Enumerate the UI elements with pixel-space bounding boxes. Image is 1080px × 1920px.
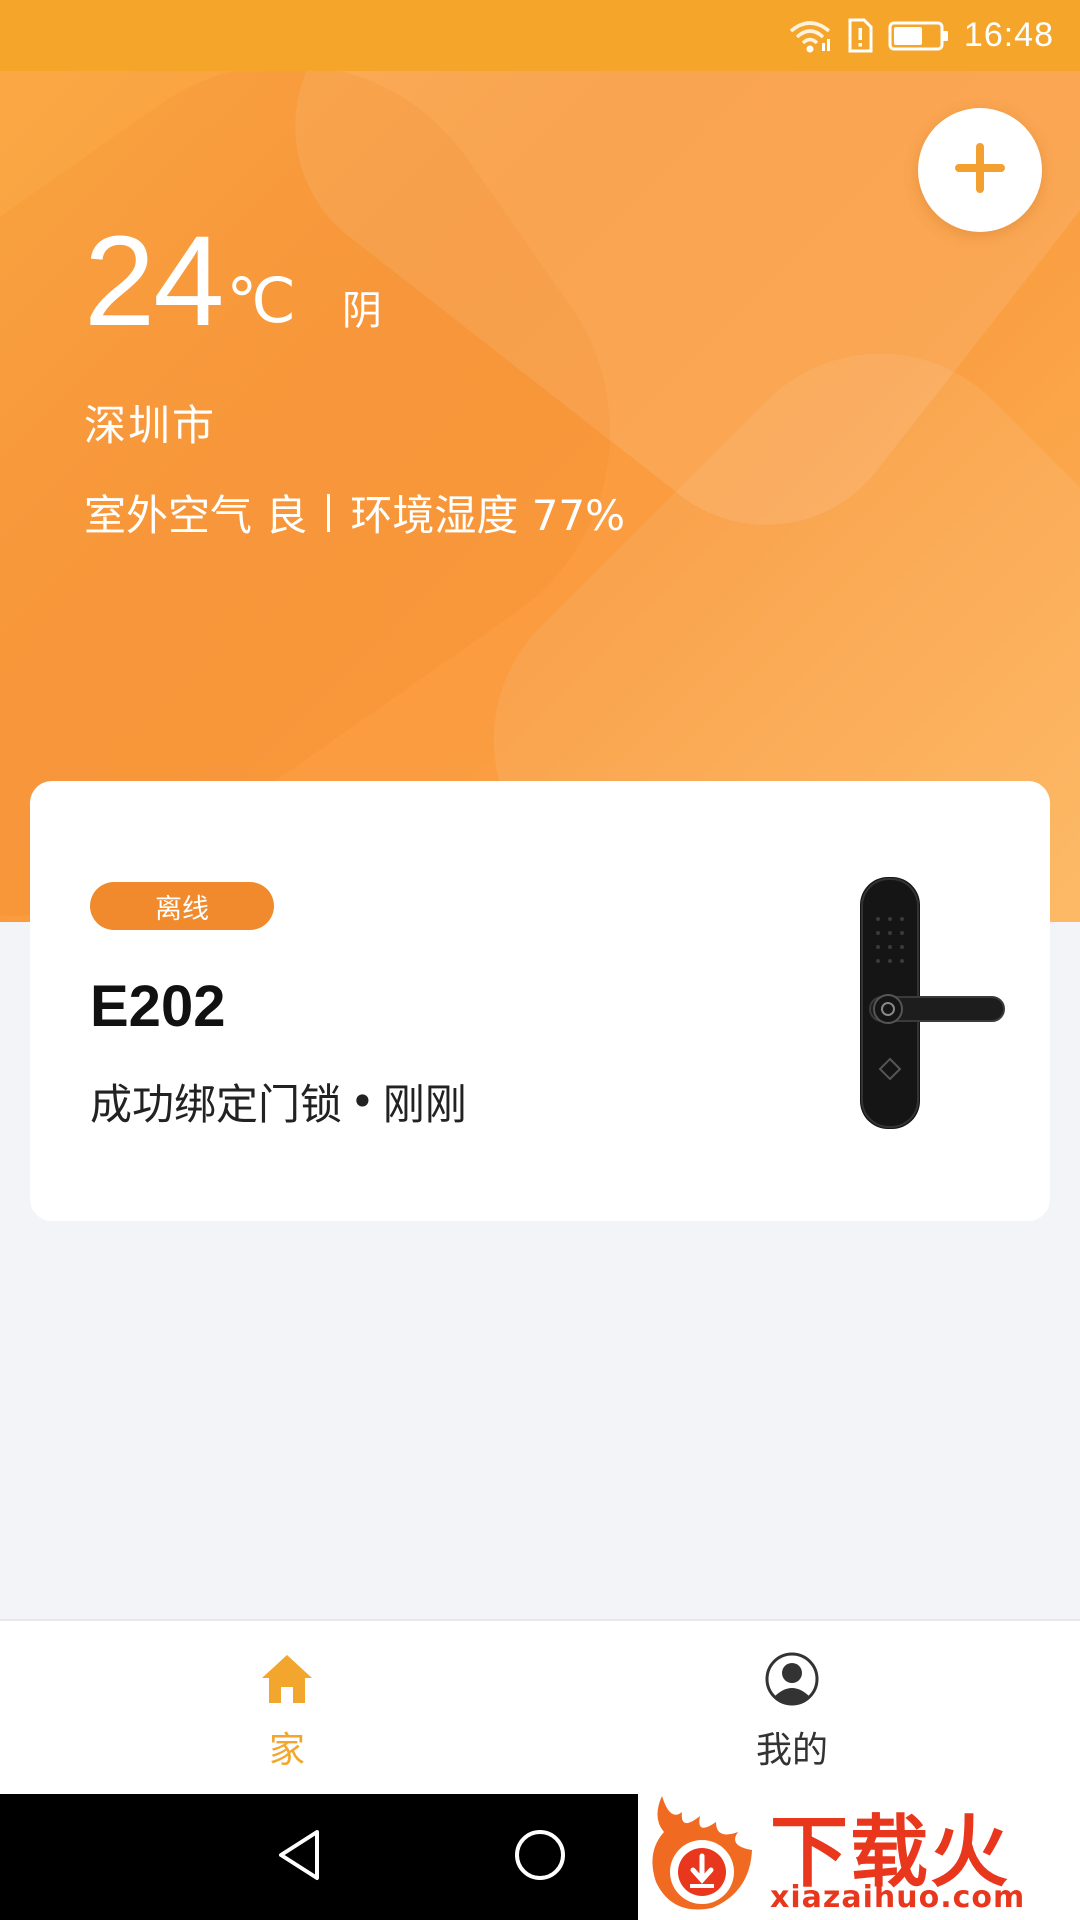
device-name: E202 xyxy=(90,974,226,1039)
device-activity: 成功绑定门锁 • 刚刚 xyxy=(90,1071,467,1132)
tab-mine-label: 我的 xyxy=(755,1730,828,1771)
back-triangle-icon xyxy=(275,1828,325,1886)
air-quality: 室外空气 良 xyxy=(84,491,308,540)
watermark-url: xiazaihuo.com xyxy=(770,1880,1026,1915)
status-time: 16:48 xyxy=(963,16,1054,54)
weather-condition: 阴 xyxy=(342,288,383,334)
watermark: 下载火 xiazaihuo.com xyxy=(638,1784,1080,1920)
city-name: 深圳市 xyxy=(84,401,217,450)
back-button[interactable] xyxy=(265,1822,335,1892)
activity-time: 刚刚 xyxy=(382,1080,467,1129)
tab-home-label: 家 xyxy=(268,1730,305,1771)
temperature-row: 24 ℃ 阴 xyxy=(84,210,383,353)
wifi-icon xyxy=(788,19,832,53)
home-icon xyxy=(259,1651,315,1711)
app-screen: 16:48 24 ℃ 阴 深圳市 室外空气 良 环境湿度 77% 离线 E202… xyxy=(0,0,1080,1920)
air-info-row: 室外空气 良 环境湿度 77% xyxy=(84,482,625,543)
flame-logo-icon xyxy=(642,1792,762,1920)
home-circle-icon xyxy=(512,1827,568,1887)
activity-text: 成功绑定门锁 xyxy=(90,1080,343,1129)
temperature-value: 24 xyxy=(84,210,224,353)
smart-door-lock-image xyxy=(830,871,1010,1141)
temperature-unit: ℃ xyxy=(226,264,297,337)
status-bar: 16:48 xyxy=(0,0,1080,71)
status-badge: 离线 xyxy=(90,882,274,930)
sim-alert-icon xyxy=(846,18,874,54)
device-card[interactable]: 离线 E202 成功绑定门锁 • 刚刚 xyxy=(30,781,1050,1221)
home-system-button[interactable] xyxy=(505,1822,575,1892)
plus-icon xyxy=(951,139,1009,201)
add-device-button[interactable] xyxy=(918,108,1042,232)
tab-home[interactable]: 家 xyxy=(187,1651,387,1773)
tab-mine[interactable]: 我的 xyxy=(692,1651,892,1773)
divider xyxy=(327,493,331,532)
bottom-navigation: 家 我的 xyxy=(0,1619,1080,1794)
battery-icon xyxy=(888,20,950,52)
humidity: 环境湿度 77% xyxy=(350,491,626,540)
activity-separator: • xyxy=(350,1077,375,1126)
profile-icon xyxy=(764,1651,820,1711)
